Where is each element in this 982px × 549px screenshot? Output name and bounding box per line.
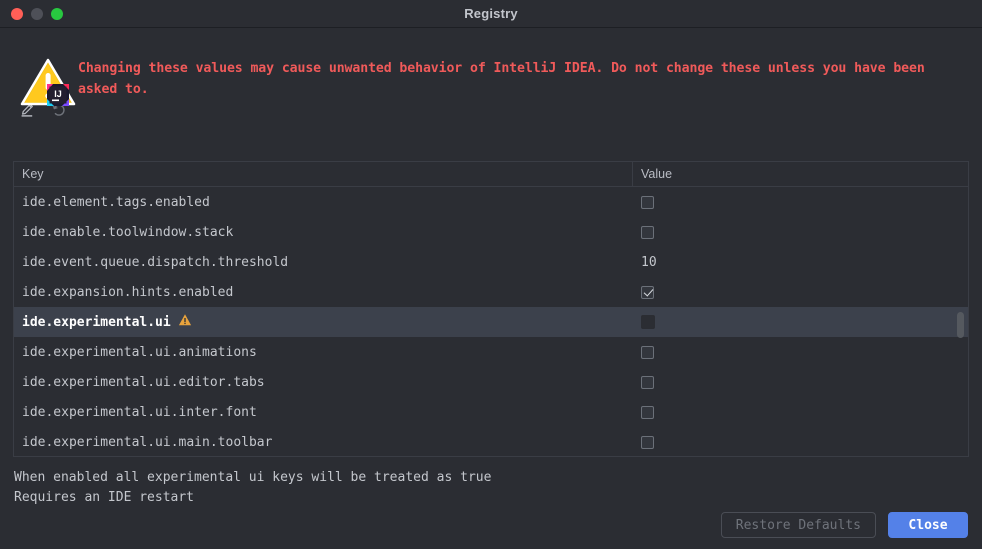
minimize-window-button[interactable] <box>31 7 43 20</box>
registry-key-cell[interactable]: ide.event.queue.dispatch.threshold <box>14 247 633 277</box>
value-checkbox[interactable] <box>641 285 654 299</box>
table-row[interactable]: ide.experimental.ui.inter.font <box>14 397 968 427</box>
registry-dialog-window: Registry IJ Changing these values may ca… <box>0 0 982 549</box>
vertical-scrollbar[interactable] <box>955 188 966 454</box>
row-warning-icon <box>178 313 192 331</box>
column-header-value[interactable]: Value <box>633 162 968 186</box>
key-inner: ide.experimental.ui.animations <box>22 345 257 360</box>
registry-key-label: ide.experimental.ui.main.toolbar <box>22 434 273 450</box>
value-checkbox[interactable] <box>641 345 654 359</box>
key-inner: ide.element.tags.enabled <box>22 195 210 210</box>
value-checkbox[interactable] <box>641 195 654 209</box>
table-row[interactable]: ide.enable.toolwindow.stack <box>14 217 968 247</box>
svg-text:IJ: IJ <box>54 89 62 99</box>
value-checkbox[interactable] <box>641 315 655 329</box>
registry-key-cell[interactable]: ide.experimental.ui.animations <box>14 337 633 367</box>
key-inner: ide.enable.toolwindow.stack <box>22 225 233 240</box>
table-row[interactable]: ide.event.queue.dispatch.threshold 10 <box>14 247 968 277</box>
value-checkbox[interactable] <box>641 435 654 449</box>
close-window-button[interactable] <box>11 7 23 20</box>
registry-key-cell[interactable]: ide.experimental.ui.inter.font <box>14 397 633 427</box>
key-inner: ide.experimental.ui <box>22 313 192 331</box>
table-header-row: Key Value <box>14 162 968 187</box>
traffic-light-group <box>0 7 63 20</box>
title-bar: Registry <box>0 0 982 28</box>
registry-key-cell[interactable]: ide.enable.toolwindow.stack <box>14 217 633 247</box>
registry-key-label: ide.expansion.hints.enabled <box>22 284 234 300</box>
description-line-1: When enabled all experimental ui keys wi… <box>14 470 492 485</box>
registry-key-label: ide.enable.toolwindow.stack <box>22 224 234 240</box>
key-inner: ide.experimental.ui.inter.font <box>22 405 257 420</box>
registry-key-cell[interactable]: ide.expansion.hints.enabled <box>14 277 633 307</box>
registry-value-cell[interactable] <box>633 307 968 337</box>
registry-key-cell[interactable]: ide.experimental.ui.editor.tabs <box>14 367 633 397</box>
value-checkbox[interactable] <box>641 405 654 419</box>
registry-key-label: ide.element.tags.enabled <box>22 194 210 210</box>
key-inner: ide.experimental.ui.editor.tabs <box>22 375 265 390</box>
warning-message: Changing these values may cause unwanted… <box>78 61 925 97</box>
dialog-content: IJ Changing these values may cause unwan… <box>0 28 982 549</box>
registry-key-cell[interactable]: ide.experimental.ui.main.toolbar <box>14 427 633 456</box>
registry-key-label: ide.experimental.ui.animations <box>22 344 257 360</box>
registry-value-cell[interactable] <box>633 277 968 307</box>
close-button[interactable]: Close <box>888 512 968 538</box>
key-description: When enabled all experimental ui keys wi… <box>14 468 914 508</box>
registry-table: Key Value ide.element.tags.enabled ide.en… <box>13 161 969 457</box>
table-row[interactable]: ide.experimental.ui.editor.tabs <box>14 367 968 397</box>
window-title: Registry <box>464 6 518 21</box>
table-row[interactable]: ide.expansion.hints.enabled <box>14 277 968 307</box>
registry-value-cell[interactable] <box>633 217 968 247</box>
maximize-window-button[interactable] <box>51 7 63 20</box>
registry-key-label: ide.event.queue.dispatch.threshold <box>22 254 289 270</box>
registry-key-label: ide.experimental.ui.editor.tabs <box>22 374 265 390</box>
table-row[interactable]: ide.experimental.ui.animations <box>14 337 968 367</box>
registry-value-cell[interactable] <box>633 337 968 367</box>
dialog-footer: Restore Defaults Close <box>720 512 968 538</box>
key-inner: ide.experimental.ui.main.toolbar <box>22 435 272 450</box>
warning-triangle-intellij-icon: IJ <box>20 54 78 112</box>
warning-banner: IJ Changing these values may cause unwan… <box>0 28 982 106</box>
table-row[interactable]: ide.experimental.ui.main.toolbar <box>14 427 968 456</box>
key-inner: ide.event.queue.dispatch.threshold <box>22 255 288 270</box>
restore-defaults-button[interactable]: Restore Defaults <box>720 512 876 538</box>
scrollbar-thumb[interactable] <box>957 312 964 338</box>
registry-value-cell[interactable] <box>633 367 968 397</box>
value-checkbox[interactable] <box>641 225 654 239</box>
column-header-key[interactable]: Key <box>14 162 633 186</box>
registry-value-cell[interactable] <box>633 427 968 456</box>
table-row[interactable]: ide.experimental.ui <box>14 307 968 337</box>
registry-key-label: ide.experimental.ui.inter.font <box>22 404 257 420</box>
key-inner: ide.expansion.hints.enabled <box>22 285 233 300</box>
table-row[interactable]: ide.element.tags.enabled <box>14 187 968 217</box>
registry-value-cell[interactable]: 10 <box>633 247 968 277</box>
registry-value-cell[interactable] <box>633 187 968 217</box>
value-checkbox[interactable] <box>641 375 654 389</box>
table-body: ide.element.tags.enabled ide.enable.toolw… <box>14 187 968 456</box>
description-line-2: Requires an IDE restart <box>14 490 195 505</box>
value-text: 10 <box>641 254 657 270</box>
registry-value-cell[interactable] <box>633 397 968 427</box>
registry-key-cell[interactable]: ide.element.tags.enabled <box>14 187 633 217</box>
registry-key-cell[interactable]: ide.experimental.ui <box>14 307 633 337</box>
registry-key-label: ide.experimental.ui <box>22 314 171 330</box>
